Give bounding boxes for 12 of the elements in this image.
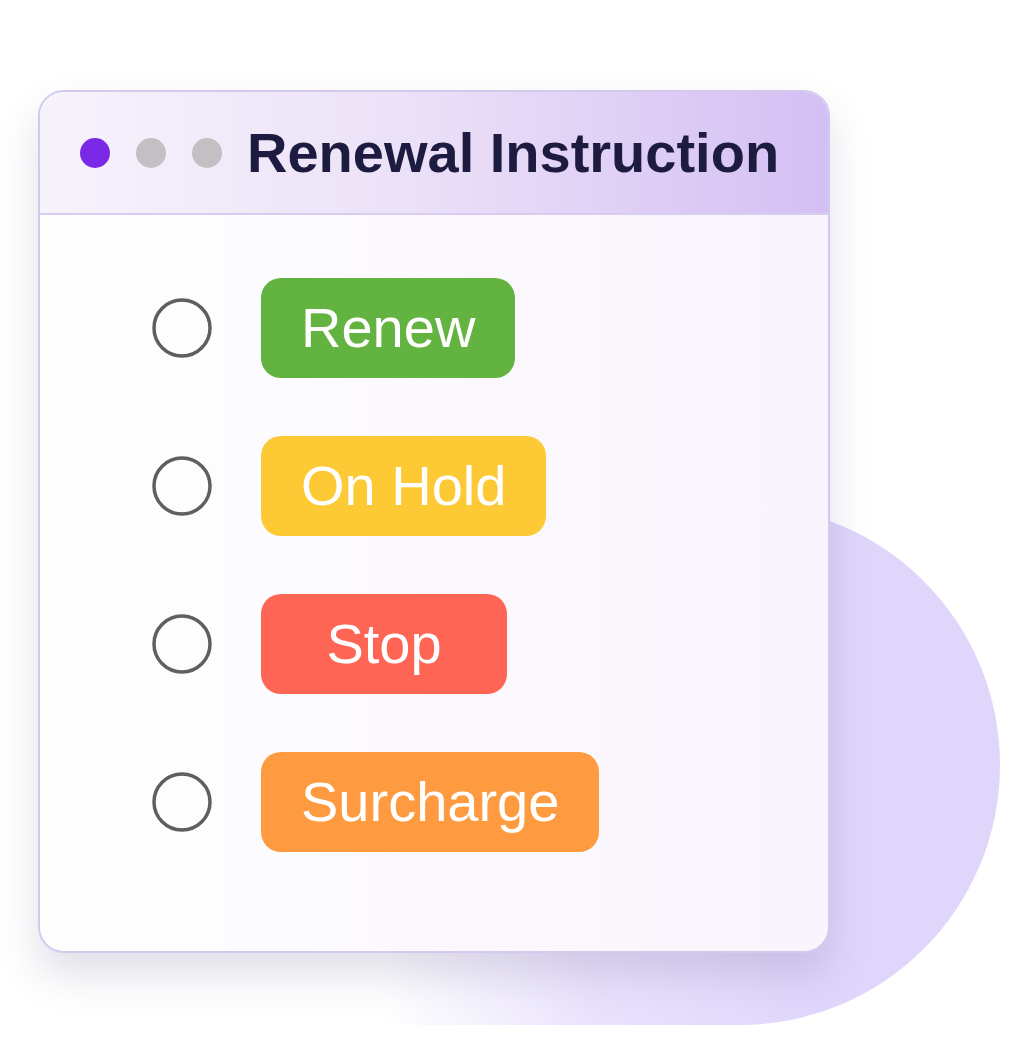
radio-button[interactable] bbox=[152, 614, 212, 674]
window-title: Renewal Instruction bbox=[247, 124, 780, 181]
status-tag: Stop bbox=[261, 594, 507, 694]
status-tag: Renew bbox=[261, 278, 516, 378]
window-control-dot-icon[interactable] bbox=[80, 137, 110, 168]
window-control-dot-icon[interactable] bbox=[136, 137, 166, 168]
status-tag: On Hold bbox=[261, 436, 547, 536]
radio-button[interactable] bbox=[152, 772, 212, 832]
window-control-dot-icon[interactable] bbox=[192, 137, 222, 168]
radio-button[interactable] bbox=[152, 456, 212, 516]
status-tag: Surcharge bbox=[261, 752, 600, 852]
radio-button[interactable] bbox=[152, 298, 212, 358]
